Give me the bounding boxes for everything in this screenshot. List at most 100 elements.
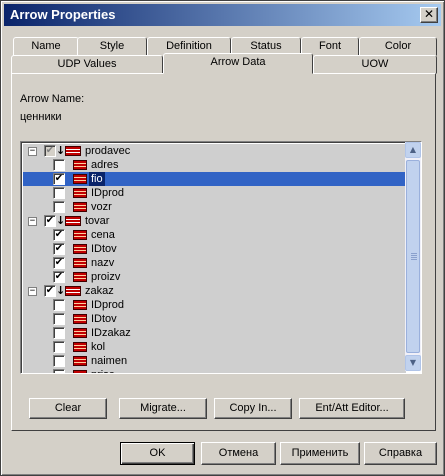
tree-item-label: IDprod [91, 299, 125, 311]
tree-item-label: kol [91, 341, 106, 353]
attribute-icon [73, 314, 87, 324]
copy-in-button[interactable]: Copy In... [214, 398, 292, 419]
tree-item-label: proizv [91, 271, 121, 283]
arrow-properties-dialog: Arrow Properties ✕ Name Style Definition… [0, 0, 445, 476]
attribute-icon [73, 230, 87, 240]
attribute-icon [73, 356, 87, 366]
tree-checkbox[interactable]: ✔ [44, 145, 56, 157]
tree-item-label: IDzakaz [91, 327, 131, 339]
tree-checkbox[interactable]: ✔ [53, 229, 65, 241]
cancel-button[interactable]: Отмена [201, 442, 276, 465]
tree-item-label: naimen [91, 355, 128, 367]
arrow-name-label: Arrow Name: [20, 93, 85, 105]
tree-item-label: prodavec [85, 145, 131, 157]
scroll-up-icon[interactable]: ▲ [405, 142, 421, 158]
tree-attribute-row[interactable]: adres [23, 158, 406, 172]
arrow-name-value: ценники [20, 111, 62, 123]
tree-checkbox[interactable] [53, 327, 65, 339]
tree-item-label: tovar [85, 215, 110, 227]
tree-checkbox[interactable]: ✔ [53, 271, 65, 283]
tree-item-label: prise [89, 368, 117, 373]
tree-checkbox[interactable] [53, 341, 65, 353]
tree-entity-row[interactable]: − ✔ ↓ tovar [23, 214, 406, 228]
tree-attribute-row[interactable]: ✔ IDtov [23, 242, 406, 256]
scroll-down-icon[interactable]: ▼ [405, 355, 421, 371]
tree-checkbox[interactable] [53, 159, 65, 171]
attribute-icon [73, 370, 87, 373]
ok-button[interactable]: OK [120, 442, 195, 465]
tree-checkbox[interactable] [53, 369, 65, 373]
tree-scrollbar[interactable]: ▲ ▼ [405, 142, 421, 371]
tree-attribute-row[interactable]: ✔ cena [23, 228, 406, 242]
help-button[interactable]: Справка [364, 442, 437, 465]
title-bar[interactable]: Arrow Properties ✕ [4, 4, 441, 26]
entity-table-icon [65, 146, 81, 156]
tree-attribute-row[interactable]: ✔ proizv [23, 270, 406, 284]
tree-attribute-row[interactable]: naimen [23, 354, 406, 368]
attribute-icon [73, 174, 87, 184]
tree-checkbox[interactable]: ✔ [44, 215, 56, 227]
entity-table-icon [65, 216, 81, 226]
tree-item-label: IDtov [91, 243, 117, 255]
tree-item-label: vozr [91, 201, 112, 213]
scroll-thumb[interactable] [406, 160, 420, 353]
tree-attribute-row[interactable]: IDtov [23, 312, 406, 326]
attribute-icon [73, 258, 87, 268]
tree-attribute-row[interactable]: IDprod [23, 186, 406, 200]
tree-item-label: IDtov [91, 313, 117, 325]
arrow-down-icon: ↓ [56, 284, 66, 297]
tree-checkbox[interactable]: ✔ [53, 243, 65, 255]
tree-attribute-row[interactable]: ✔ fio [23, 172, 406, 186]
window-title: Arrow Properties [10, 7, 116, 22]
tree-checkbox[interactable] [53, 187, 65, 199]
attribute-icon [73, 244, 87, 254]
attribute-icon [73, 160, 87, 170]
migrate-button[interactable]: Migrate... [119, 398, 207, 419]
tree-entity-row[interactable]: − ✔ ↓ prodavec [23, 144, 406, 158]
apply-button[interactable]: Применить [280, 442, 360, 465]
tree-checkbox[interactable] [53, 201, 65, 213]
tree-attribute-row[interactable]: ✔ nazv [23, 256, 406, 270]
tree-checkbox[interactable] [53, 299, 65, 311]
tree-attribute-row[interactable]: IDzakaz [23, 326, 406, 340]
arrow-down-icon: ↓ [56, 214, 66, 227]
tree-item-label: adres [91, 159, 119, 171]
close-icon[interactable]: ✕ [420, 7, 438, 23]
tree-checkbox[interactable]: ✔ [53, 257, 65, 269]
collapse-icon[interactable]: − [28, 287, 37, 296]
attribute-icon [73, 328, 87, 338]
tree-attribute-row[interactable]: kol [23, 340, 406, 354]
collapse-icon[interactable]: − [28, 217, 37, 226]
tab-style[interactable]: Style [77, 37, 147, 56]
tree-list: − ✔ ↓ prodavec adres ✔ fio IDprod vozr − ✔ ↓ tovar ✔ c… [23, 144, 406, 373]
tree-attribute-row[interactable]: IDprod [23, 298, 406, 312]
entity-table-icon [65, 286, 81, 296]
tree-checkbox[interactable]: ✔ [44, 285, 56, 297]
tree-attribute-row[interactable]: vozr [23, 200, 406, 214]
clear-button[interactable]: Clear [29, 398, 107, 419]
tree-attribute-row[interactable]: prise [23, 368, 406, 373]
tree-item-label: nazv [91, 257, 115, 269]
grip-icon [411, 253, 417, 260]
arrow-down-icon: ↓ [56, 144, 66, 157]
attribute-icon [73, 300, 87, 310]
tab-uow[interactable]: UOW [313, 55, 437, 74]
attribute-icon [73, 342, 87, 352]
tree-entity-row[interactable]: − ✔ ↓ zakaz [23, 284, 406, 298]
tab-arrow-data[interactable]: Arrow Data [163, 53, 313, 74]
attribute-icon [73, 272, 87, 282]
tree-item-label: zakaz [85, 285, 114, 297]
tree-item-label: cena [91, 229, 115, 241]
tree-checkbox[interactable]: ✔ [53, 173, 65, 185]
tab-name[interactable]: Name [13, 37, 79, 56]
tree-item-label: IDprod [91, 187, 125, 199]
ent-att-editor-button[interactable]: Ent/Att Editor... [299, 398, 405, 419]
attribute-icon [73, 202, 87, 212]
entity-attribute-tree[interactable]: − ✔ ↓ prodavec adres ✔ fio IDprod vozr − ✔ ↓ tovar ✔ c… [20, 141, 422, 374]
tree-checkbox[interactable] [53, 355, 65, 367]
attribute-icon [73, 188, 87, 198]
tree-checkbox[interactable] [53, 313, 65, 325]
tab-color[interactable]: Color [359, 37, 437, 56]
tab-udp-values[interactable]: UDP Values [11, 55, 163, 74]
collapse-icon[interactable]: − [28, 147, 37, 156]
